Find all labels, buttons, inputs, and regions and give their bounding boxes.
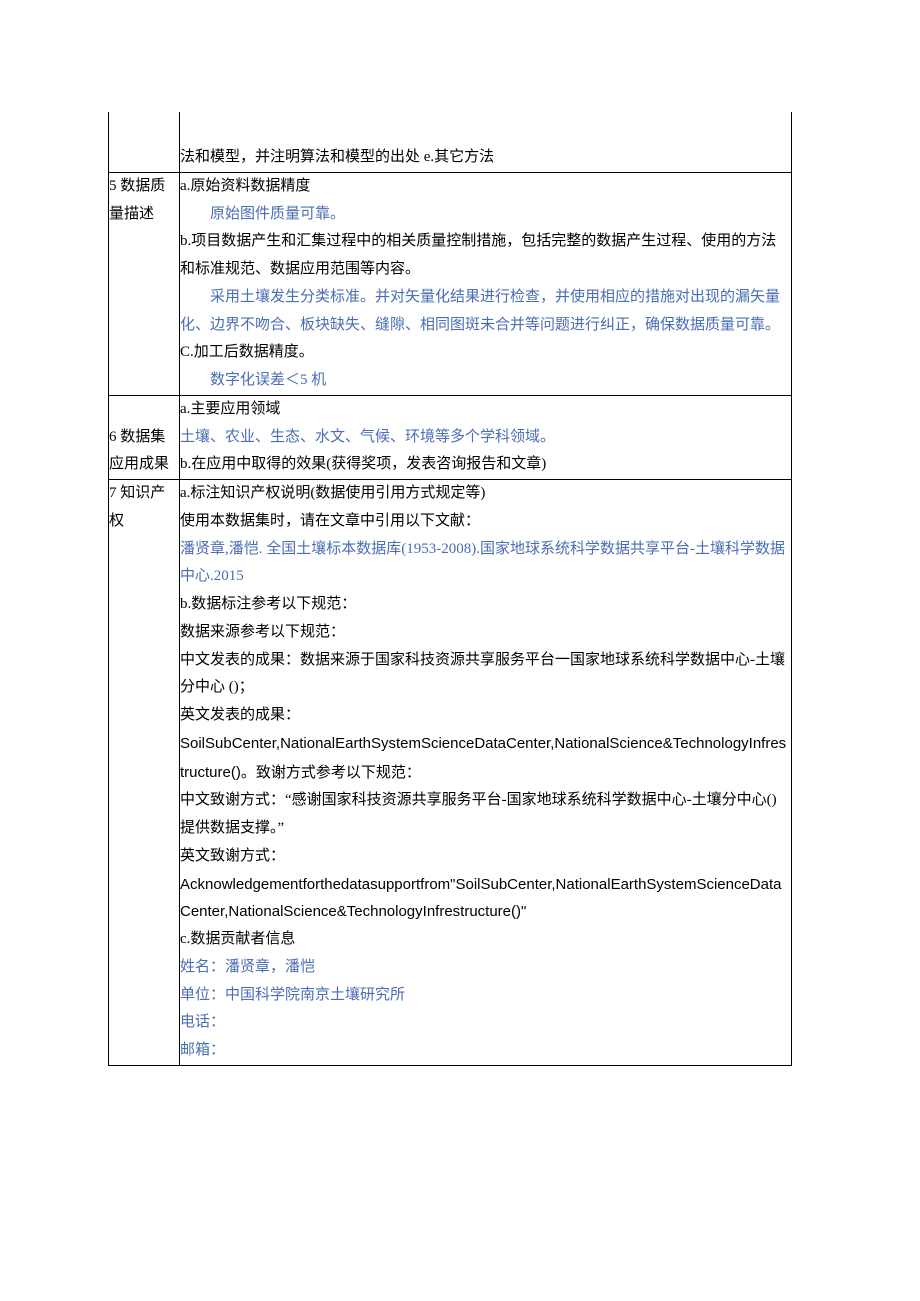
metadata-table: 法和模型，并注明算法和模型的出处 e.其它方法 5 数据质量描述 a.原始资料数… [108,112,792,1066]
row7-b-en-ack: Acknowledgementforthedatasupportfrom"Soi… [180,871,787,927]
row7-b-en-source-wrap: SoilSubCenter,NationalEarthSystemScience… [180,730,787,788]
row-5-label: 5 数据质量描述 [109,178,165,222]
row-7-content-cell: a.标注知识产权说明(数据使用引用方式规定等) 使用本数据集时，请在文章中引用以… [180,480,792,1066]
row7-b-cn-source: 中文发表的成果：数据来源于国家科技资源共享服务平台一国家地球系统科学数据中心-土… [180,647,787,703]
row7-b-en-ack-label: 英文致谢方式： [180,843,787,871]
row-5: 5 数据质量描述 a.原始资料数据精度 原始图件质量可靠。 b.项目数据产生和汇… [109,172,792,395]
row5-b-label: b.项目数据产生和汇集过程中的相关质量控制措施，包括完整的数据产生过程、使用的方… [180,228,787,284]
row-6-label-cell: 6 数据集应用成果 [109,395,180,479]
row-4-tail: 法和模型，并注明算法和模型的出处 e.其它方法 [109,112,792,172]
row-6-label: 6 数据集应用成果 [109,429,169,473]
row-7-label: 7 知识产权 [109,485,165,529]
row7-a-label: a.标注知识产权说明(数据使用引用方式规定等) [180,480,787,508]
row-4-label-cell [109,112,180,172]
row-4-content-cell: 法和模型，并注明算法和模型的出处 e.其它方法 [180,112,792,172]
row-7-label-cell: 7 知识产权 [109,480,180,1066]
row6-a-value: 土壤、农业、生态、水文、气候、环境等多个学科领域。 [180,424,787,452]
row7-c-org: 单位：中国科学院南京土壤研究所 [180,982,787,1010]
row-5-content-cell: a.原始资料数据精度 原始图件质量可靠。 b.项目数据产生和汇集过程中的相关质量… [180,172,792,395]
row6-b-label: b.在应用中取得的效果(获得奖项，发表咨询报告和文章) [180,451,787,479]
row5-b-value: 采用土壤发生分类标准。并对矢量化结果进行检查，并使用相应的措施对出现的漏矢量化、… [180,284,787,340]
row5-c-value: 数字化误差＜5 机 [180,367,787,395]
row-6-content-cell: a.主要应用领域 土壤、农业、生态、水文、气候、环境等多个学科领域。 b.在应用… [180,395,792,479]
row7-a-line1: 使用本数据集时，请在文章中引用以下文献： [180,508,787,536]
row7-b-label: b.数据标注参考以下规范： [180,591,787,619]
row5-c-label: C.加工后数据精度。 [180,339,787,367]
row7-c-name: 姓名：潘贤章，潘恺 [180,954,787,982]
row7-b-source-ref: 数据来源参考以下规范： [180,619,787,647]
row6-a-label: a.主要应用领域 [180,396,787,424]
row5-a-label: a.原始资料数据精度 [180,173,787,201]
row7-c-tel: 电话： [180,1009,787,1037]
row-6: 6 数据集应用成果 a.主要应用领域 土壤、农业、生态、水文、气候、环境等多个学… [109,395,792,479]
row7-b-en-source-tail: 。致谢方式参考以下规范： [241,765,421,781]
row4-tail-text: 法和模型，并注明算法和模型的出处 e.其它方法 [180,149,494,165]
row7-a-citation: 潘贤章,潘恺. 全国土壤标本数据库(1953-2008).国家地球系统科学数据共… [180,536,787,592]
row7-c-label: c.数据贡献者信息 [180,926,787,954]
row7-c-mail: 邮箱： [180,1037,787,1065]
row7-b-cn-ack: 中文致谢方式：“感谢国家科技资源共享服务平台-国家地球系统科学数据中心-土壤分中… [180,787,787,843]
document-page: 法和模型，并注明算法和模型的出处 e.其它方法 5 数据质量描述 a.原始资料数… [0,0,920,1301]
row7-b-en-label: 英文发表的成果： [180,702,787,730]
row5-a-value: 原始图件质量可靠。 [180,201,787,229]
row-7: 7 知识产权 a.标注知识产权说明(数据使用引用方式规定等) 使用本数据集时，请… [109,480,792,1066]
row-5-label-cell: 5 数据质量描述 [109,172,180,395]
